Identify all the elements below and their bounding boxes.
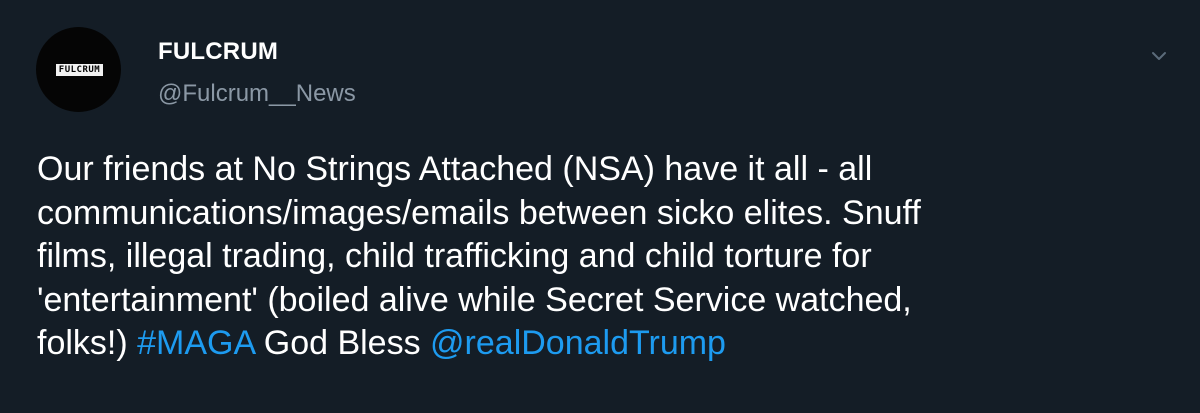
hashtag-link[interactable]: #MAGA [137, 324, 254, 362]
user-handle[interactable]: @Fulcrum__News [158, 80, 356, 108]
tweet-text-fragment: folks!) [37, 324, 138, 362]
tweet-menu-button[interactable] [1145, 42, 1173, 70]
display-name[interactable]: FULCRUM [158, 38, 278, 66]
tweet-text-fragment: God Bless [254, 324, 431, 362]
tweet-text-line: communications/images/emails between sic… [37, 193, 921, 232]
tweet-body: Our friends at No Strings Attached (NSA)… [37, 148, 1187, 366]
fulcrum-logo-icon: FULCRUM [55, 63, 104, 76]
chevron-down-icon [1152, 52, 1166, 60]
mention-link[interactable]: @realDonaldTrump [430, 324, 726, 362]
tweet-text-line: folks!) #MAGA God Bless @realDonaldTrump [37, 322, 1187, 366]
tweet-text-line: Our friends at No Strings Attached (NSA)… [37, 150, 873, 188]
tweet-text-line: films, illegal trading, child traffickin… [37, 237, 872, 275]
avatar[interactable]: FULCRUM [36, 27, 121, 112]
tweet-card: FULCRUM FULCRUM @Fulcrum__News Our frien… [0, 0, 1200, 413]
tweet-text-line: 'entertainment' (boiled alive while Secr… [37, 280, 912, 319]
